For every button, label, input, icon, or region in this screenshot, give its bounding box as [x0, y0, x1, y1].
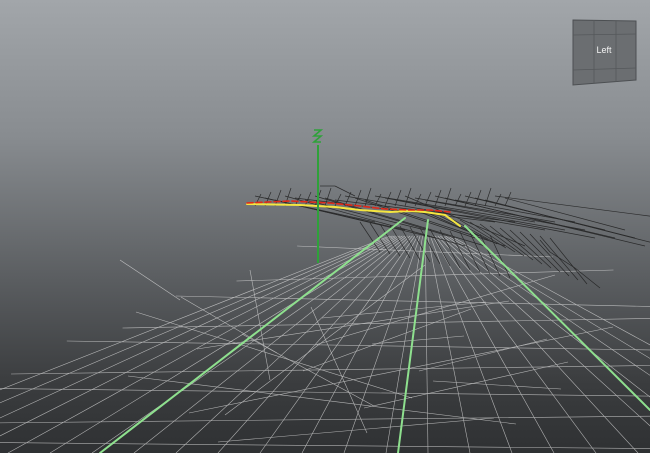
view-cube-widget[interactable]: Left [570, 17, 638, 87]
ground-mesh-edge [343, 235, 421, 453]
terrain-mesh-edge [404, 187, 412, 207]
terrain-mesh-edge [509, 229, 552, 269]
terrain-mesh-edge [434, 189, 442, 207]
ground-mesh-edge [175, 295, 650, 307]
ground-mesh-edge [371, 335, 465, 345]
terrain-mesh-edge [489, 234, 511, 279]
terrain-mesh-edge [504, 197, 626, 231]
ground-mesh-edge [314, 274, 556, 346]
terrain-mesh-edge [444, 187, 452, 207]
ground-mesh-edge [418, 338, 548, 372]
ground-mesh-edge [429, 235, 513, 453]
ground-mesh-edge [321, 301, 487, 319]
ground-mesh-edge [450, 235, 650, 346]
ground-mesh-edge [0, 235, 396, 419]
ground-mesh-edge [0, 235, 391, 391]
terrain-mesh-edge [424, 191, 432, 207]
ground-mesh-edge [302, 308, 472, 372]
ground-mesh-edge [432, 380, 562, 390]
terrain-mesh-edge [549, 237, 588, 285]
green-curve-left[interactable] [99, 217, 406, 453]
ground-mesh-edge [236, 269, 614, 282]
ground-mesh-edge [119, 259, 181, 301]
ground-mesh-edge [424, 235, 429, 453]
ground-mesh-edge [0, 415, 650, 424]
ground-mesh-edge [0, 388, 650, 397]
terrain-mesh-edge [484, 187, 492, 207]
pivot-axis-handle[interactable] [311, 129, 324, 143]
green-curve-right[interactable] [464, 225, 650, 411]
ground-mesh-edge [217, 417, 495, 443]
terrain-mesh-edge [394, 189, 402, 207]
green-curve-center[interactable] [397, 219, 429, 453]
move-pivot-axis[interactable] [311, 129, 324, 263]
ground-mesh-edge [442, 235, 650, 398]
ground-mesh-edge [122, 318, 650, 329]
scene-canvas[interactable] [0, 0, 650, 453]
3d-viewport[interactable]: Left [0, 0, 650, 453]
view-cube-icon[interactable] [570, 17, 638, 87]
terrain-mesh-edge [399, 225, 421, 261]
terrain-mesh-edge [334, 185, 356, 197]
ground-mesh-edge [127, 375, 517, 425]
red-curve[interactable] [246, 200, 451, 213]
ground-wireframe-mesh [0, 235, 650, 453]
terrain-mesh-edge [529, 233, 570, 277]
ground-mesh-edge [0, 235, 393, 404]
ground-mesh-edge [435, 235, 597, 453]
ground-mesh-edge [135, 311, 413, 399]
ground-mesh-edge [440, 235, 650, 427]
terrain-wireframe [254, 185, 650, 289]
